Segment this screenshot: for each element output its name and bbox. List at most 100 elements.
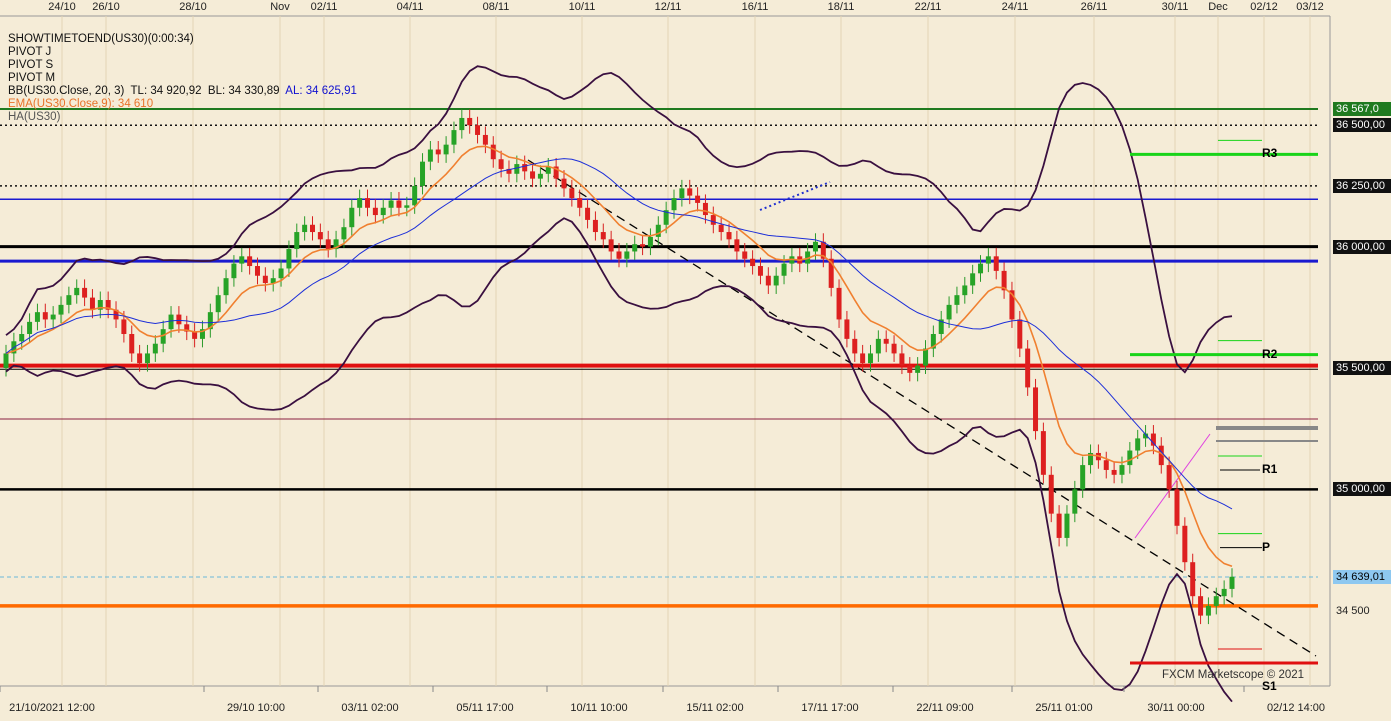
price-tag-2: 36 250,00 xyxy=(1333,178,1391,193)
candle-body xyxy=(765,275,771,286)
candle-body xyxy=(640,244,646,247)
candle-body xyxy=(443,144,449,155)
candle-body xyxy=(435,149,441,155)
candle-body xyxy=(1119,465,1125,475)
candle-body xyxy=(475,125,481,135)
candle-body xyxy=(812,241,818,252)
price-tag-6: 34 639,01 xyxy=(1333,570,1391,584)
candle-body xyxy=(671,198,677,211)
candle-body xyxy=(993,256,999,271)
candle-body xyxy=(490,144,496,160)
top-axis-label: 30/11 xyxy=(1161,1,1189,13)
pivot-label-s1: S1 xyxy=(1262,678,1277,693)
candle-body xyxy=(82,287,88,298)
candle-body xyxy=(514,164,520,174)
bottom-axis-label: 29/10 10:00 xyxy=(226,702,286,714)
candle-body xyxy=(734,239,740,252)
candle-body xyxy=(750,258,756,267)
candle-body xyxy=(1213,596,1219,606)
candle-body xyxy=(616,251,622,259)
indicator-pivot-s: PIVOT S xyxy=(8,59,54,71)
bb-middle-line xyxy=(5,158,1233,510)
candle-body xyxy=(970,273,976,286)
candle-body xyxy=(3,353,9,368)
candle-body xyxy=(262,275,268,284)
candle-body xyxy=(1166,465,1172,490)
candle-body xyxy=(1190,562,1196,597)
candle-body xyxy=(1221,588,1227,597)
candle-body xyxy=(537,173,543,179)
candle-body xyxy=(883,338,889,344)
candle-body xyxy=(482,134,488,145)
candle-body xyxy=(1017,319,1023,349)
bottom-axis-label: 02/12 14:00 xyxy=(1266,702,1326,714)
magenta-line xyxy=(1134,433,1211,539)
candle-body xyxy=(655,224,661,237)
top-axis-label: 28/10 xyxy=(179,1,207,13)
pivot-label-r1: R1 xyxy=(1262,461,1278,476)
candle-body xyxy=(144,353,150,364)
candle-body xyxy=(1174,489,1180,526)
candle-body xyxy=(451,130,457,145)
top-axis-label: 18/11 xyxy=(827,1,855,13)
candle-body xyxy=(58,304,64,315)
price-tag-1: 36 500,00 xyxy=(1333,118,1391,133)
price-tag-0: 36 567,0 xyxy=(1333,101,1391,116)
candle-body xyxy=(962,285,968,296)
candle-body xyxy=(121,319,127,335)
candle-body xyxy=(757,266,763,276)
candle-body xyxy=(239,256,245,264)
candle-body xyxy=(302,224,308,233)
candle-body xyxy=(420,161,426,186)
top-axis-label: 02/12 xyxy=(1250,1,1278,13)
candle-body xyxy=(247,256,253,267)
candle-body xyxy=(42,312,48,320)
candle-body xyxy=(427,149,433,162)
candle-body xyxy=(1033,387,1039,432)
candle-body xyxy=(286,249,292,269)
pivot-label-r3: R3 xyxy=(1262,146,1278,161)
candle-body xyxy=(899,353,905,366)
candle-body xyxy=(365,198,371,208)
candle-body xyxy=(129,334,135,354)
candle-body xyxy=(1064,513,1070,538)
candle-body xyxy=(773,275,779,286)
candle-body xyxy=(530,171,536,179)
candle-body xyxy=(1048,474,1054,514)
candle-body xyxy=(781,263,787,276)
candle-body xyxy=(954,295,960,305)
candle-body xyxy=(66,295,72,305)
candle-body xyxy=(1127,450,1133,466)
candle-body xyxy=(1198,596,1204,616)
candle-body xyxy=(1040,431,1046,475)
bb-bottom-band xyxy=(5,217,1233,703)
candle-body xyxy=(915,365,921,373)
candle-body xyxy=(907,365,913,373)
top-axis-label: 24/10 xyxy=(48,1,76,13)
bottom-axis-label: 15/11 02:00 xyxy=(686,702,744,714)
top-axis-label: 03/12 xyxy=(1296,1,1324,13)
candle-body xyxy=(710,215,716,225)
bottom-axis-label: 22/11 09:00 xyxy=(916,702,974,714)
candle-body xyxy=(679,188,685,199)
bottom-axis-label: 05/11 17:00 xyxy=(456,702,514,714)
bottom-axis-label: 30/11 00:00 xyxy=(1147,702,1205,714)
candle-body xyxy=(254,266,260,276)
indicator-pivot-m: PIVOT M xyxy=(8,72,56,84)
indicator-showtimetoend: SHOWTIMETOEND(US30)(0:00:34) xyxy=(8,33,194,45)
candle-body xyxy=(702,202,708,216)
candle-body xyxy=(1205,605,1211,616)
candle-body xyxy=(278,268,284,279)
bb-top-line: TL: 34 920,92 xyxy=(130,85,202,97)
candle-body xyxy=(844,319,850,339)
top-axis-label: 16/11 xyxy=(741,1,769,13)
candle-body xyxy=(357,198,363,208)
candle-body xyxy=(923,348,928,366)
price-chart[interactable] xyxy=(0,0,1391,721)
candle-body xyxy=(459,117,465,131)
candle-body xyxy=(137,353,143,364)
candle-body xyxy=(388,200,394,208)
top-axis-label: 08/11 xyxy=(482,1,510,13)
candle-body xyxy=(592,219,598,233)
candle-body xyxy=(380,207,386,216)
